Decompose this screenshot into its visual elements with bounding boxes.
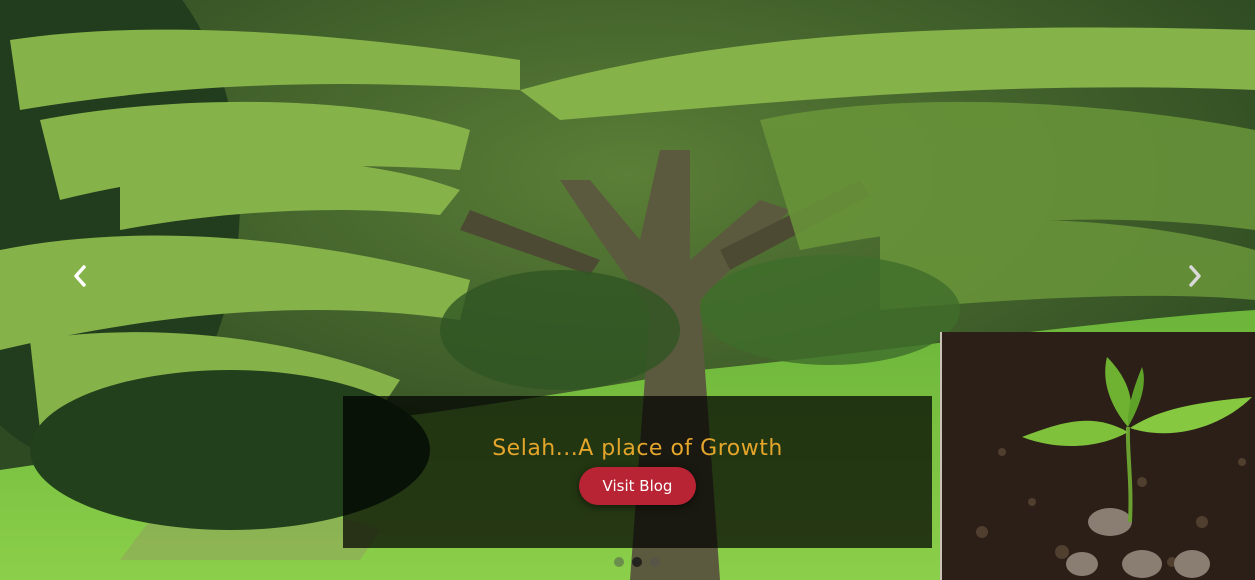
carousel-indicator-1[interactable]: [614, 557, 624, 567]
hero-carousel: Selah...A place of Growth Visit Blog: [0, 0, 1255, 580]
next-slide-button[interactable]: [1183, 264, 1207, 288]
previous-slide-button[interactable]: [68, 264, 92, 288]
chevron-right-icon: [1189, 265, 1201, 287]
caption-title: Selah...A place of Growth: [492, 436, 783, 461]
seedling-inset-image: [940, 332, 1255, 580]
carousel-indicator-2[interactable]: [632, 557, 642, 567]
carousel-indicators: [614, 557, 660, 567]
carousel-indicator-3[interactable]: [650, 557, 660, 567]
chevron-left-icon: [74, 265, 86, 287]
carousel-caption: Selah...A place of Growth Visit Blog: [343, 396, 932, 548]
visit-blog-button[interactable]: Visit Blog: [578, 467, 697, 505]
